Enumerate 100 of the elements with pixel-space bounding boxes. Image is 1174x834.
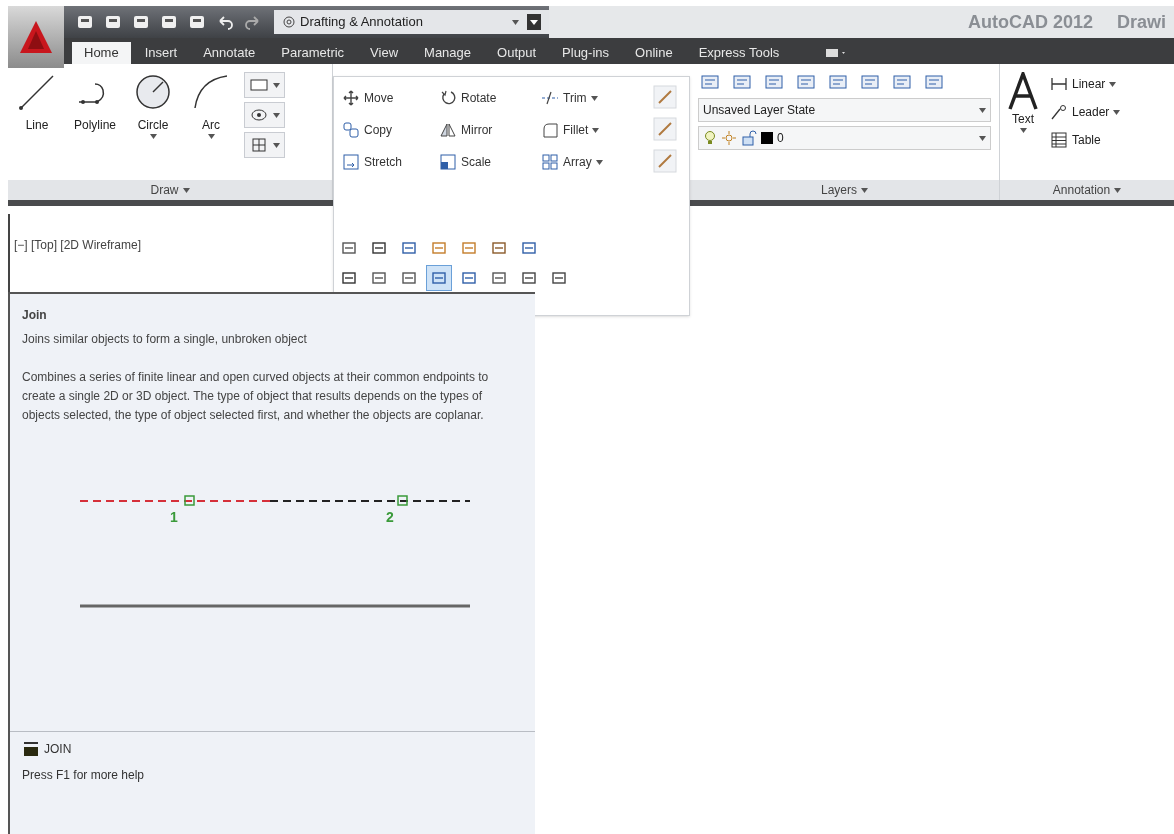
caret-icon	[149, 134, 157, 139]
redo-icon[interactable]	[244, 13, 262, 31]
workspace-dropdown[interactable]: Drafting & Annotation	[274, 10, 549, 34]
annotation-tool-button[interactable]: Linear	[1050, 72, 1121, 96]
modify-tool-icon	[430, 269, 448, 287]
trim-icon	[541, 89, 559, 107]
modify-tool-icon	[550, 269, 568, 287]
boundary-icon	[249, 137, 269, 153]
tooltip-title: Join	[22, 307, 48, 324]
document-title: Drawi	[1116, 10, 1166, 34]
leader-icon	[1050, 103, 1068, 121]
help-hint: Press F1 for more help	[22, 767, 146, 784]
customize-caret-icon[interactable]	[527, 14, 541, 30]
modify-tool-icon	[400, 269, 418, 287]
scale-icon	[439, 153, 457, 171]
ribbon-tab[interactable]: Express Tools	[686, 42, 792, 64]
caret-icon	[1114, 187, 1122, 193]
modify-tool-icon	[430, 239, 448, 257]
color-swatch-icon	[761, 132, 773, 144]
annotation-tool-button[interactable]: Table	[1050, 128, 1121, 152]
modify-tool-button[interactable]: Copy	[342, 117, 437, 143]
modify-tool-icon	[520, 269, 538, 287]
caret-icon	[1019, 128, 1027, 133]
ribbon-tab[interactable]: Manage	[412, 42, 484, 64]
modify-tool-icon	[370, 239, 388, 257]
caret-icon	[182, 187, 190, 193]
line-icon	[17, 72, 57, 112]
modify-tool-button[interactable]: Scale	[439, 149, 539, 175]
tooltip-description: Combines a series of finite linear and open curved objects at their common endpoints to create a single 2D or 3D object. The type of object that results depends on the types of objects selected, the type of object selected first, and whether the objects are coplanar.	[22, 369, 490, 424]
edit-tool-icon[interactable]	[653, 149, 677, 173]
undo-icon[interactable]	[216, 13, 234, 31]
modify-tool-button[interactable]: Mirror	[439, 117, 539, 143]
draw-tool-button[interactable]: Polyline	[70, 72, 120, 134]
modify-tool-button[interactable]: Rotate	[439, 85, 539, 111]
panel-title-bar[interactable]: Layers	[690, 180, 999, 200]
rectangle-icon	[249, 77, 269, 93]
viewport-label[interactable]: [−] [Top] [2D Wireframe]	[14, 236, 142, 254]
caret-icon	[207, 134, 215, 139]
caret-icon	[595, 159, 603, 165]
edit-tool-icon[interactable]	[653, 85, 677, 109]
sun-icon	[721, 130, 737, 146]
circle-icon	[133, 72, 173, 112]
modify-tool-icon	[460, 239, 478, 257]
text-icon	[1008, 72, 1038, 110]
dropdown-button[interactable]	[244, 72, 285, 98]
modify-tool-button[interactable]: Fillet	[541, 117, 651, 143]
padlock-icon	[741, 130, 757, 146]
modify-tool-icon	[460, 269, 478, 287]
modify-tool-icon	[340, 239, 358, 257]
caret-icon	[861, 187, 868, 193]
caret-icon	[1109, 81, 1117, 87]
table-icon	[1050, 131, 1068, 149]
edit-tool-icon[interactable]	[653, 117, 677, 141]
ribbon-tab[interactable]: Parametric	[269, 42, 357, 64]
caret-icon	[512, 19, 519, 25]
draw-tool-button[interactable]: Circle	[128, 72, 178, 139]
pick-number-label: 1	[170, 508, 178, 527]
modify-tool-icon	[520, 239, 538, 257]
caret-icon	[1113, 109, 1121, 115]
modify-tool-icon	[370, 269, 388, 287]
ribbon-tab[interactable]: Online	[623, 42, 685, 64]
lightbulb-icon	[703, 130, 717, 146]
command-icon	[22, 741, 40, 757]
panel-title-bar[interactable]: Annotation	[1000, 180, 1174, 200]
ribbon-tab[interactable]: Output	[485, 42, 549, 64]
rotate-icon	[439, 89, 457, 107]
four-arrows-icon	[342, 89, 360, 107]
dropdown-button[interactable]	[244, 132, 285, 158]
tooltip-summary: Joins similar objects to form a single, unbroken object	[22, 331, 308, 348]
modify-tool-icon	[490, 269, 508, 287]
application-title: AutoCAD 2012	[967, 10, 1093, 34]
ribbon-tab[interactable]: Plug-ins	[550, 42, 622, 64]
pick-number-label: 2	[386, 508, 394, 527]
caret-icon	[273, 142, 280, 148]
text-tool-button[interactable]: Text	[1008, 72, 1038, 180]
annotation-tool-button[interactable]: Leader	[1050, 100, 1121, 124]
layer-state-dropdown[interactable]: Unsaved Layer State	[698, 98, 991, 122]
gear-icon	[282, 15, 296, 29]
draw-tool-button[interactable]: Line	[12, 72, 62, 134]
draw-tool-button[interactable]: Arc	[186, 72, 236, 139]
layer-dropdown[interactable]: 0	[698, 126, 991, 150]
ribbon-tab[interactable]: View	[358, 42, 411, 64]
panel-title-bar[interactable]: Draw	[8, 180, 332, 200]
command-name: JOIN	[44, 741, 72, 758]
ribbon-tab[interactable]: Home	[72, 42, 131, 64]
modify-tool-button[interactable]: Stretch	[342, 149, 437, 175]
application-menu-button[interactable]	[8, 6, 64, 68]
caret-icon	[273, 82, 280, 88]
modify-tool-button[interactable]: Move	[342, 85, 437, 111]
modify-tool-button[interactable]: Array	[541, 149, 651, 175]
modify-tool-button[interactable]	[426, 265, 452, 291]
stretch-icon	[342, 153, 360, 171]
caret-icon	[590, 95, 598, 101]
modify-tool-button[interactable]: Trim	[541, 85, 651, 111]
ribbon-tab[interactable]: Annotate	[191, 42, 268, 64]
modify-tool-icon	[340, 269, 358, 287]
dropdown-button[interactable]	[244, 102, 285, 128]
grid-icon	[541, 153, 559, 171]
ribbon-tab[interactable]: Insert	[132, 42, 190, 64]
fillet-icon	[541, 121, 559, 139]
